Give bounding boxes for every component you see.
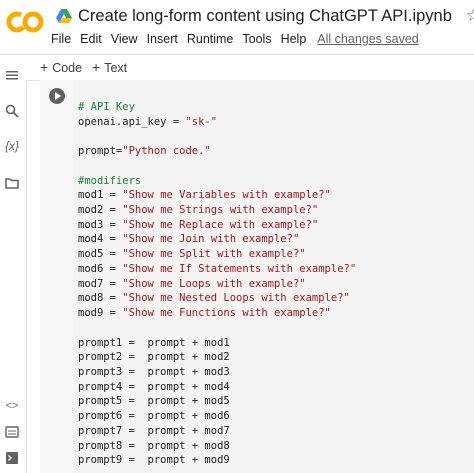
code-line: mod2 = "Show me Strings with example?" <box>78 203 318 218</box>
code-line: prompt9 = prompt + mod9 <box>78 453 230 468</box>
code-string: "Show me Loops with example?" <box>122 277 306 290</box>
command-palette-icon[interactable] <box>4 424 20 440</box>
code-string: "Show me Variables with example?" <box>122 189 331 202</box>
add-text-button[interactable]: + Text <box>92 59 127 75</box>
code-line: prompt="Python code." <box>78 144 211 159</box>
code-string: "Show me Functions with example?" <box>122 307 331 320</box>
menu-file[interactable]: File <box>51 32 71 46</box>
code-line: #modifiers <box>78 174 141 189</box>
code-line: mod4 = "Show me Join with example?" <box>78 232 299 247</box>
code-text: # API Key <box>78 101 135 113</box>
code-text: mod9 = <box>78 307 123 320</box>
code-text: prompt9 = prompt + mod9 <box>78 454 230 467</box>
code-text: prompt1 = prompt + mod1 <box>78 336 230 349</box>
code-string: "Show me If Statements with example?" <box>122 262 357 275</box>
code-string: "Show me Join with example?" <box>122 233 300 246</box>
run-cell-button[interactable] <box>49 88 65 104</box>
drive-icon <box>56 9 72 23</box>
menu-icon[interactable] <box>4 67 20 83</box>
code-line: mod7 = "Show me Loops with example?" <box>78 277 306 292</box>
code-line: prompt1 = prompt + mod1 <box>78 336 230 351</box>
folder-icon[interactable] <box>4 175 20 191</box>
star-icon[interactable]: ☆ <box>466 6 474 26</box>
code-line: mod3 = "Show me Replace with example?" <box>78 218 318 233</box>
cell-gutter <box>40 80 73 473</box>
code-line: prompt8 = prompt + mod8 <box>78 439 230 454</box>
code-text: mod7 = <box>78 277 123 290</box>
code-line: openai.api_key = "sk-" <box>78 115 217 130</box>
code-line: mod8 = "Show me Nested Loops with exampl… <box>78 291 350 306</box>
plus-icon: + <box>40 59 49 75</box>
menu-help[interactable]: Help <box>281 32 307 46</box>
code-line: prompt4 = prompt + mod4 <box>78 380 230 395</box>
menu-tools[interactable]: Tools <box>242 32 271 46</box>
menu-insert[interactable]: Insert <box>147 32 178 46</box>
code-text: prompt4 = prompt + mod4 <box>78 380 230 393</box>
code-line: prompt2 = prompt + mod2 <box>78 350 230 365</box>
plus-icon: + <box>92 59 101 75</box>
code-text: prompt8 = prompt + mod8 <box>78 439 230 452</box>
code-string: "Show me Replace with example?" <box>122 218 319 231</box>
code-text: mod2 = <box>78 204 123 217</box>
menu-bar: File Edit View Insert Runtime Tools Help… <box>51 32 428 46</box>
code-text: mod4 = <box>78 233 123 246</box>
code-string: "Show me Nested Loops with example?" <box>122 292 350 305</box>
code-text: openai.api_key = <box>78 115 186 128</box>
code-text: #modifiers <box>78 174 142 187</box>
terminal-icon[interactable] <box>4 450 20 466</box>
code-line: prompt7 = prompt + mod7 <box>78 424 230 439</box>
code-cell[interactable]: # API Key openai.api_key = "sk-" prompt="P… <box>40 80 474 473</box>
code-editor[interactable]: # API Key openai.api_key = "sk-" prompt="P… <box>73 80 474 473</box>
code-line: prompt3 = prompt + mod3 <box>78 365 230 380</box>
code-text: mod8 = <box>78 292 123 305</box>
add-text-label: Text <box>104 61 128 75</box>
code-string: "Show me Strings with example?" <box>122 204 319 217</box>
code-text: prompt5 = prompt + mod5 <box>78 395 230 408</box>
menu-edit[interactable]: Edit <box>80 32 102 46</box>
code-string: "sk-" <box>185 115 218 128</box>
code-line: prompt5 = prompt + mod5 <box>78 394 230 409</box>
code-text: mod3 = <box>78 218 123 231</box>
code-text: prompt3 = prompt + mod3 <box>78 365 230 378</box>
code-text: prompt2 = prompt + mod2 <box>78 351 230 364</box>
notebook-toolbar: + Code + Text <box>0 54 474 81</box>
code-snippets-icon[interactable]: <> <box>4 398 20 414</box>
code-line: # API Key <box>78 100 135 115</box>
code-text: prompt= <box>78 145 123 158</box>
add-code-label: Code <box>52 61 83 75</box>
add-code-button[interactable]: + Code <box>40 59 82 75</box>
code-line: mod1 = "Show me Variables with example?" <box>78 188 331 203</box>
code-text: prompt7 = prompt + mod7 <box>78 424 230 437</box>
sidebar-divider <box>26 80 27 473</box>
code-text: mod1 = <box>78 189 123 202</box>
code-line: prompt6 = prompt + mod6 <box>78 409 230 424</box>
menu-runtime[interactable]: Runtime <box>187 32 234 46</box>
code-string: "Show me Split with example?" <box>122 248 306 261</box>
save-status-link[interactable]: All changes saved <box>317 32 418 46</box>
code-line: mod6 = "Show me If Statements with examp… <box>78 262 356 277</box>
code-string: "Python code." <box>122 145 211 158</box>
code-line: mod5 = "Show me Split with example?" <box>78 247 306 262</box>
left-sidebar: {x} <> <box>0 71 26 473</box>
variables-icon[interactable]: {x} <box>4 138 20 154</box>
menu-view[interactable]: View <box>111 32 138 46</box>
search-icon[interactable] <box>4 103 20 119</box>
code-text: prompt6 = prompt + mod6 <box>78 410 230 423</box>
colab-logo[interactable] <box>6 10 44 34</box>
code-line: mod9 = "Show me Functions with example?" <box>78 306 331 321</box>
notebook-title[interactable]: Create long-form content using ChatGPT A… <box>78 7 452 26</box>
code-text: mod5 = <box>78 248 123 261</box>
code-text: mod6 = <box>78 262 123 275</box>
